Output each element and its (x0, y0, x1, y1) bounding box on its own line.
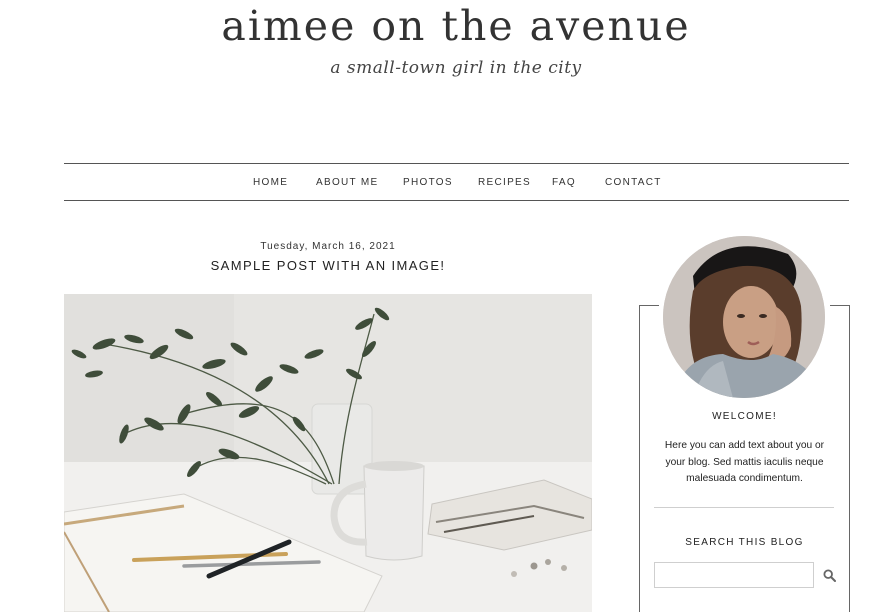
about-text: Here you can add text about you or your … (664, 440, 825, 484)
post-image[interactable] (64, 294, 592, 612)
post-title[interactable]: SAMPLE POST WITH AN IMAGE! (64, 258, 592, 273)
author-avatar (663, 236, 825, 398)
post-date: Tuesday, March 16, 2021 (260, 241, 396, 252)
nav-item-about-me[interactable]: ABOUT ME (316, 177, 378, 188)
blog-title[interactable]: aimee on the avenue (0, 2, 895, 50)
nav-item-recipes[interactable]: RECIPES (478, 177, 531, 188)
nav-item-home[interactable]: HOME (253, 177, 288, 188)
nav-item-faq[interactable]: FAQ (552, 177, 576, 188)
welcome-heading: WELCOME! (712, 411, 777, 422)
search-input[interactable] (654, 562, 814, 588)
search-heading: SEARCH THIS BLOG (685, 537, 804, 548)
nav-item-contact[interactable]: CONTACT (605, 177, 662, 188)
sidebar-divider (654, 507, 834, 508)
search-button[interactable] (818, 565, 840, 585)
search-icon[interactable] (822, 568, 836, 582)
nav-item-photos[interactable]: PHOTOS (403, 177, 453, 188)
main-nav: HOME ABOUT ME PHOTOS RECIPES FAQ CONTACT (64, 163, 849, 201)
blog-tagline: a small-town girl in the city (330, 58, 582, 78)
